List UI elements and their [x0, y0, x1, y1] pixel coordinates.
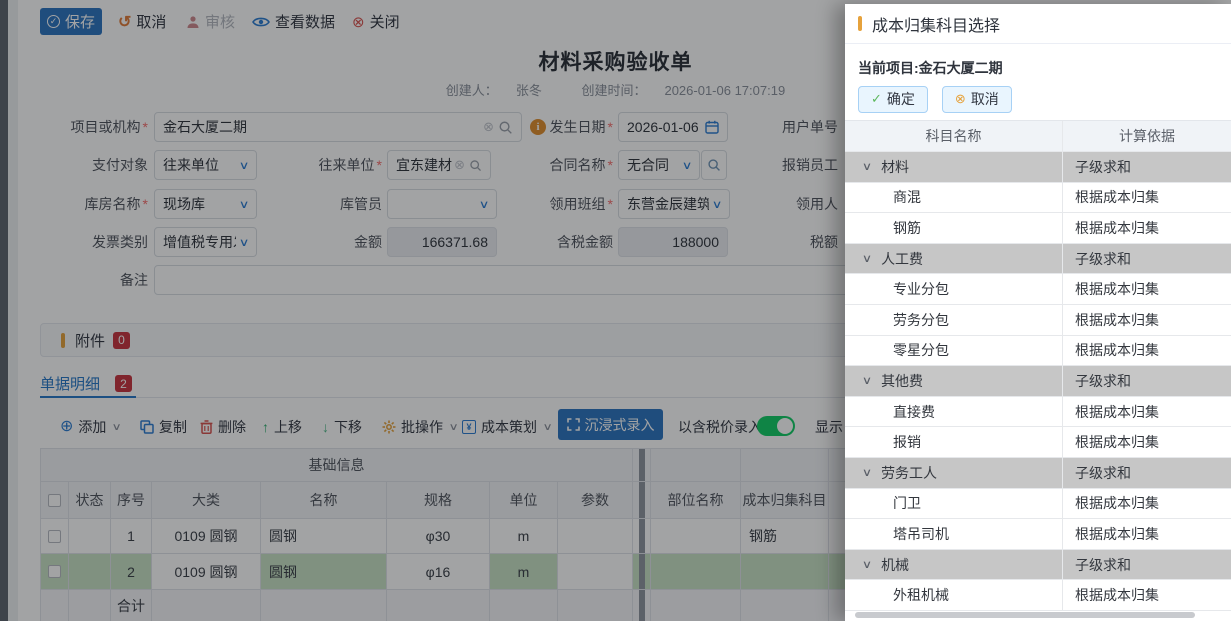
- subject-name-cell: 报销: [845, 427, 1063, 457]
- panel-group-row[interactable]: ∨材料子级求和: [845, 152, 1231, 183]
- subject-name-cell: 劳务分包: [845, 305, 1063, 335]
- panel-group-row[interactable]: ∨人工费子级求和: [845, 244, 1231, 275]
- subject-name-cell: ∨机械: [845, 550, 1063, 580]
- panel-group-row[interactable]: ∨其他费子级求和: [845, 366, 1231, 397]
- subject-table-header: 科目名称 计算依据: [845, 121, 1231, 152]
- panel-subject-row[interactable]: 塔吊司机根据成本归集: [845, 519, 1231, 550]
- chevron-down-icon[interactable]: ∨: [862, 466, 872, 479]
- panel-subject-row[interactable]: 外租机械根据成本归集: [845, 580, 1231, 611]
- calc-basis-cell: 子级求和: [1063, 244, 1231, 274]
- chevron-down-icon[interactable]: ∨: [862, 252, 872, 265]
- app-root: ✓ 保存 ↺ 取消 审核 查看数据 ⊗ 关闭 材料采: [0, 0, 1231, 621]
- calc-basis-cell: 根据成本归集: [1063, 213, 1231, 243]
- calc-basis-cell: 根据成本归集: [1063, 427, 1231, 457]
- calc-basis-cell: 子级求和: [1063, 458, 1231, 488]
- cost-subject-panel: 成本归集科目选择 当前项目:金石大厦二期 ✓ 确定 ⊗ 取消 科目名称 计算依据…: [845, 4, 1231, 621]
- panel-header: 成本归集科目选择: [845, 4, 1231, 44]
- chevron-down-icon[interactable]: ∨: [862, 160, 872, 173]
- subject-table: 科目名称 计算依据 ∨材料子级求和商混根据成本归集钢筋根据成本归集∨人工费子级求…: [845, 120, 1231, 611]
- panel-cancel-button[interactable]: ⊗ 取消: [942, 86, 1012, 113]
- close-circle-icon: ⊗: [955, 91, 966, 107]
- panel-subject-row[interactable]: 门卫根据成本归集: [845, 489, 1231, 520]
- panel-subject-row[interactable]: 零星分包根据成本归集: [845, 336, 1231, 367]
- calc-basis-cell: 根据成本归集: [1063, 580, 1231, 610]
- subject-name-cell: 塔吊司机: [845, 519, 1063, 549]
- subject-name-cell: 钢筋: [845, 213, 1063, 243]
- subject-name-cell: 专业分包: [845, 274, 1063, 304]
- panel-group-row[interactable]: ∨机械子级求和: [845, 550, 1231, 581]
- calc-basis-cell: 根据成本归集: [1063, 336, 1231, 366]
- accent-bar-icon: [858, 16, 862, 31]
- panel-subject-row[interactable]: 报销根据成本归集: [845, 427, 1231, 458]
- calc-basis-cell: 根据成本归集: [1063, 489, 1231, 519]
- panel-subject-row[interactable]: 劳务分包根据成本归集: [845, 305, 1231, 336]
- subject-name-cell: ∨其他费: [845, 366, 1063, 396]
- panel-subject-row[interactable]: 直接费根据成本归集: [845, 397, 1231, 428]
- panel-subject-row[interactable]: 商混根据成本归集: [845, 183, 1231, 214]
- panel-horizontal-scrollbar[interactable]: [855, 612, 1195, 618]
- panel-table-body: ∨材料子级求和商混根据成本归集钢筋根据成本归集∨人工费子级求和专业分包根据成本归…: [845, 152, 1231, 611]
- subject-name-cell: 商混: [845, 183, 1063, 213]
- panel-group-row[interactable]: ∨劳务工人子级求和: [845, 458, 1231, 489]
- column-header-calc-basis: 计算依据: [1063, 121, 1231, 151]
- calc-basis-cell: 根据成本归集: [1063, 305, 1231, 335]
- current-project-label: 当前项目:金石大厦二期: [845, 44, 1231, 78]
- calc-basis-cell: 根据成本归集: [1063, 519, 1231, 549]
- chevron-down-icon[interactable]: ∨: [862, 558, 872, 571]
- subject-name-cell: 直接费: [845, 397, 1063, 427]
- calc-basis-cell: 子级求和: [1063, 550, 1231, 580]
- panel-subject-row[interactable]: 专业分包根据成本归集: [845, 274, 1231, 305]
- column-header-subject-name: 科目名称: [845, 121, 1063, 151]
- subject-name-cell: ∨人工费: [845, 244, 1063, 274]
- calc-basis-cell: 根据成本归集: [1063, 183, 1231, 213]
- subject-name-cell: 门卫: [845, 489, 1063, 519]
- chevron-down-icon[interactable]: ∨: [862, 374, 872, 387]
- panel-title: 成本归集科目选择: [872, 12, 1000, 36]
- confirm-button[interactable]: ✓ 确定: [858, 86, 928, 113]
- panel-subject-row[interactable]: 钢筋根据成本归集: [845, 213, 1231, 244]
- subject-name-cell: ∨材料: [845, 152, 1063, 182]
- calc-basis-cell: 子级求和: [1063, 152, 1231, 182]
- subject-name-cell: 外租机械: [845, 580, 1063, 610]
- calc-basis-cell: 根据成本归集: [1063, 397, 1231, 427]
- calc-basis-cell: 根据成本归集: [1063, 274, 1231, 304]
- check-icon: ✓: [871, 91, 882, 107]
- subject-name-cell: ∨劳务工人: [845, 458, 1063, 488]
- subject-name-cell: 零星分包: [845, 336, 1063, 366]
- calc-basis-cell: 子级求和: [1063, 366, 1231, 396]
